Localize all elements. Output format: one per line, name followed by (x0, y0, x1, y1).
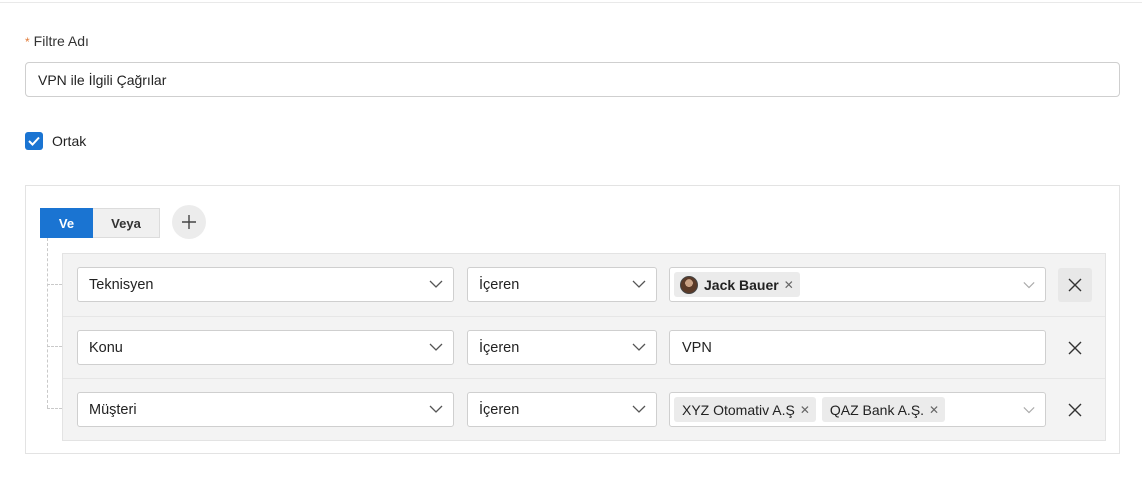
value-tag: Jack Bauer ✕ (674, 272, 800, 297)
logic-toggle: Ve Veya (40, 208, 160, 238)
chevron-down-icon (632, 343, 646, 351)
delete-rule-button[interactable] (1058, 393, 1092, 427)
delete-rule-button[interactable] (1058, 268, 1092, 302)
value-multiselect[interactable]: Jack Bauer ✕ (669, 267, 1046, 302)
chevron-down-icon (632, 405, 646, 413)
operator-select[interactable]: İçeren (467, 267, 657, 302)
filter-name-value: VPN ile İlgili Çağrılar (38, 71, 167, 88)
field-select[interactable]: Konu (77, 330, 454, 365)
close-icon (1068, 403, 1082, 417)
value-input[interactable]: VPN (669, 330, 1046, 365)
logic-and-button[interactable]: Ve (40, 208, 93, 238)
chevron-down-icon (429, 405, 443, 413)
shared-checkbox[interactable] (25, 132, 43, 150)
chevron-down-icon (1023, 407, 1035, 414)
required-marker: * (25, 35, 30, 49)
tree-branch (47, 284, 62, 285)
chevron-down-icon (632, 280, 646, 288)
operator-select[interactable]: İçeren (467, 392, 657, 427)
value-tag: QAZ Bank A.Ş. ✕ (821, 397, 946, 422)
value-tag: XYZ Otomativ A.Ş ✕ (674, 397, 816, 422)
rule-row: Müşteri İçeren XYZ Otomativ A.Ş ✕ QAZ Ba… (63, 378, 1105, 440)
operator-select[interactable]: İçeren (467, 330, 657, 365)
add-rule-button[interactable] (172, 205, 206, 239)
tree-branch (47, 408, 62, 409)
rule-row: Konu İçeren VPN (63, 316, 1105, 378)
checkmark-icon (28, 136, 40, 146)
top-divider (0, 0, 1142, 3)
rule-list: Teknisyen İçeren Jack Bauer ✕ Konu İçere… (62, 253, 1106, 441)
avatar (680, 275, 698, 294)
shared-label: Ortak (52, 133, 87, 149)
delete-rule-button[interactable] (1058, 331, 1092, 365)
remove-tag-icon[interactable]: ✕ (800, 403, 810, 417)
filter-name-input[interactable]: VPN ile İlgili Çağrılar (25, 62, 1120, 97)
remove-tag-icon[interactable]: ✕ (784, 278, 794, 292)
chevron-down-icon (429, 343, 443, 351)
chevron-down-icon (1023, 282, 1035, 289)
close-icon (1068, 341, 1082, 355)
filter-name-label: * Filtre Adı (25, 33, 89, 49)
close-icon (1068, 278, 1082, 292)
logic-or-button[interactable]: Veya (93, 208, 160, 238)
plus-icon (182, 215, 196, 229)
rule-row: Teknisyen İçeren Jack Bauer ✕ (63, 254, 1105, 316)
field-select[interactable]: Müşteri (77, 392, 454, 427)
chevron-down-icon (429, 280, 443, 288)
tree-connector (47, 238, 48, 408)
condition-builder: Ve Veya Teknisyen İçeren Jack Bauer ✕ Ko… (25, 185, 1120, 454)
value-multiselect[interactable]: XYZ Otomativ A.Ş ✕ QAZ Bank A.Ş. ✕ (669, 392, 1046, 427)
field-select[interactable]: Teknisyen (77, 267, 454, 302)
tree-branch (47, 346, 62, 347)
shared-checkbox-row[interactable]: Ortak (25, 132, 86, 150)
remove-tag-icon[interactable]: ✕ (929, 403, 939, 417)
